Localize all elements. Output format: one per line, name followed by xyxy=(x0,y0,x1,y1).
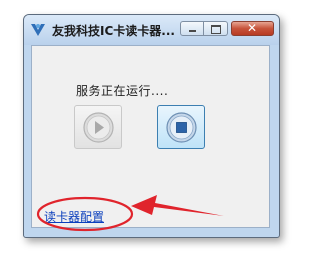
close-icon: ✕ xyxy=(247,21,258,35)
start-service-button[interactable] xyxy=(74,105,122,149)
app-window: 友我科技IC卡读卡器... ✕ 服务正在运行.... 读卡器配置 xyxy=(23,14,280,238)
play-icon xyxy=(83,112,114,143)
title-bar[interactable]: 友我科技IC卡读卡器... ✕ xyxy=(24,15,279,45)
stop-service-button[interactable] xyxy=(157,105,205,149)
client-area: 服务正在运行.... 读卡器配置 xyxy=(31,45,270,228)
card-reader-config-link[interactable]: 读卡器配置 xyxy=(44,208,104,225)
app-logo-icon xyxy=(31,24,45,36)
minimize-icon xyxy=(189,30,196,32)
minimize-button[interactable] xyxy=(180,21,204,36)
stop-icon xyxy=(166,112,197,143)
close-button[interactable]: ✕ xyxy=(231,21,274,36)
maximize-button[interactable] xyxy=(204,21,228,36)
maximize-icon xyxy=(211,25,221,34)
service-status-text: 服务正在运行.... xyxy=(76,84,169,98)
